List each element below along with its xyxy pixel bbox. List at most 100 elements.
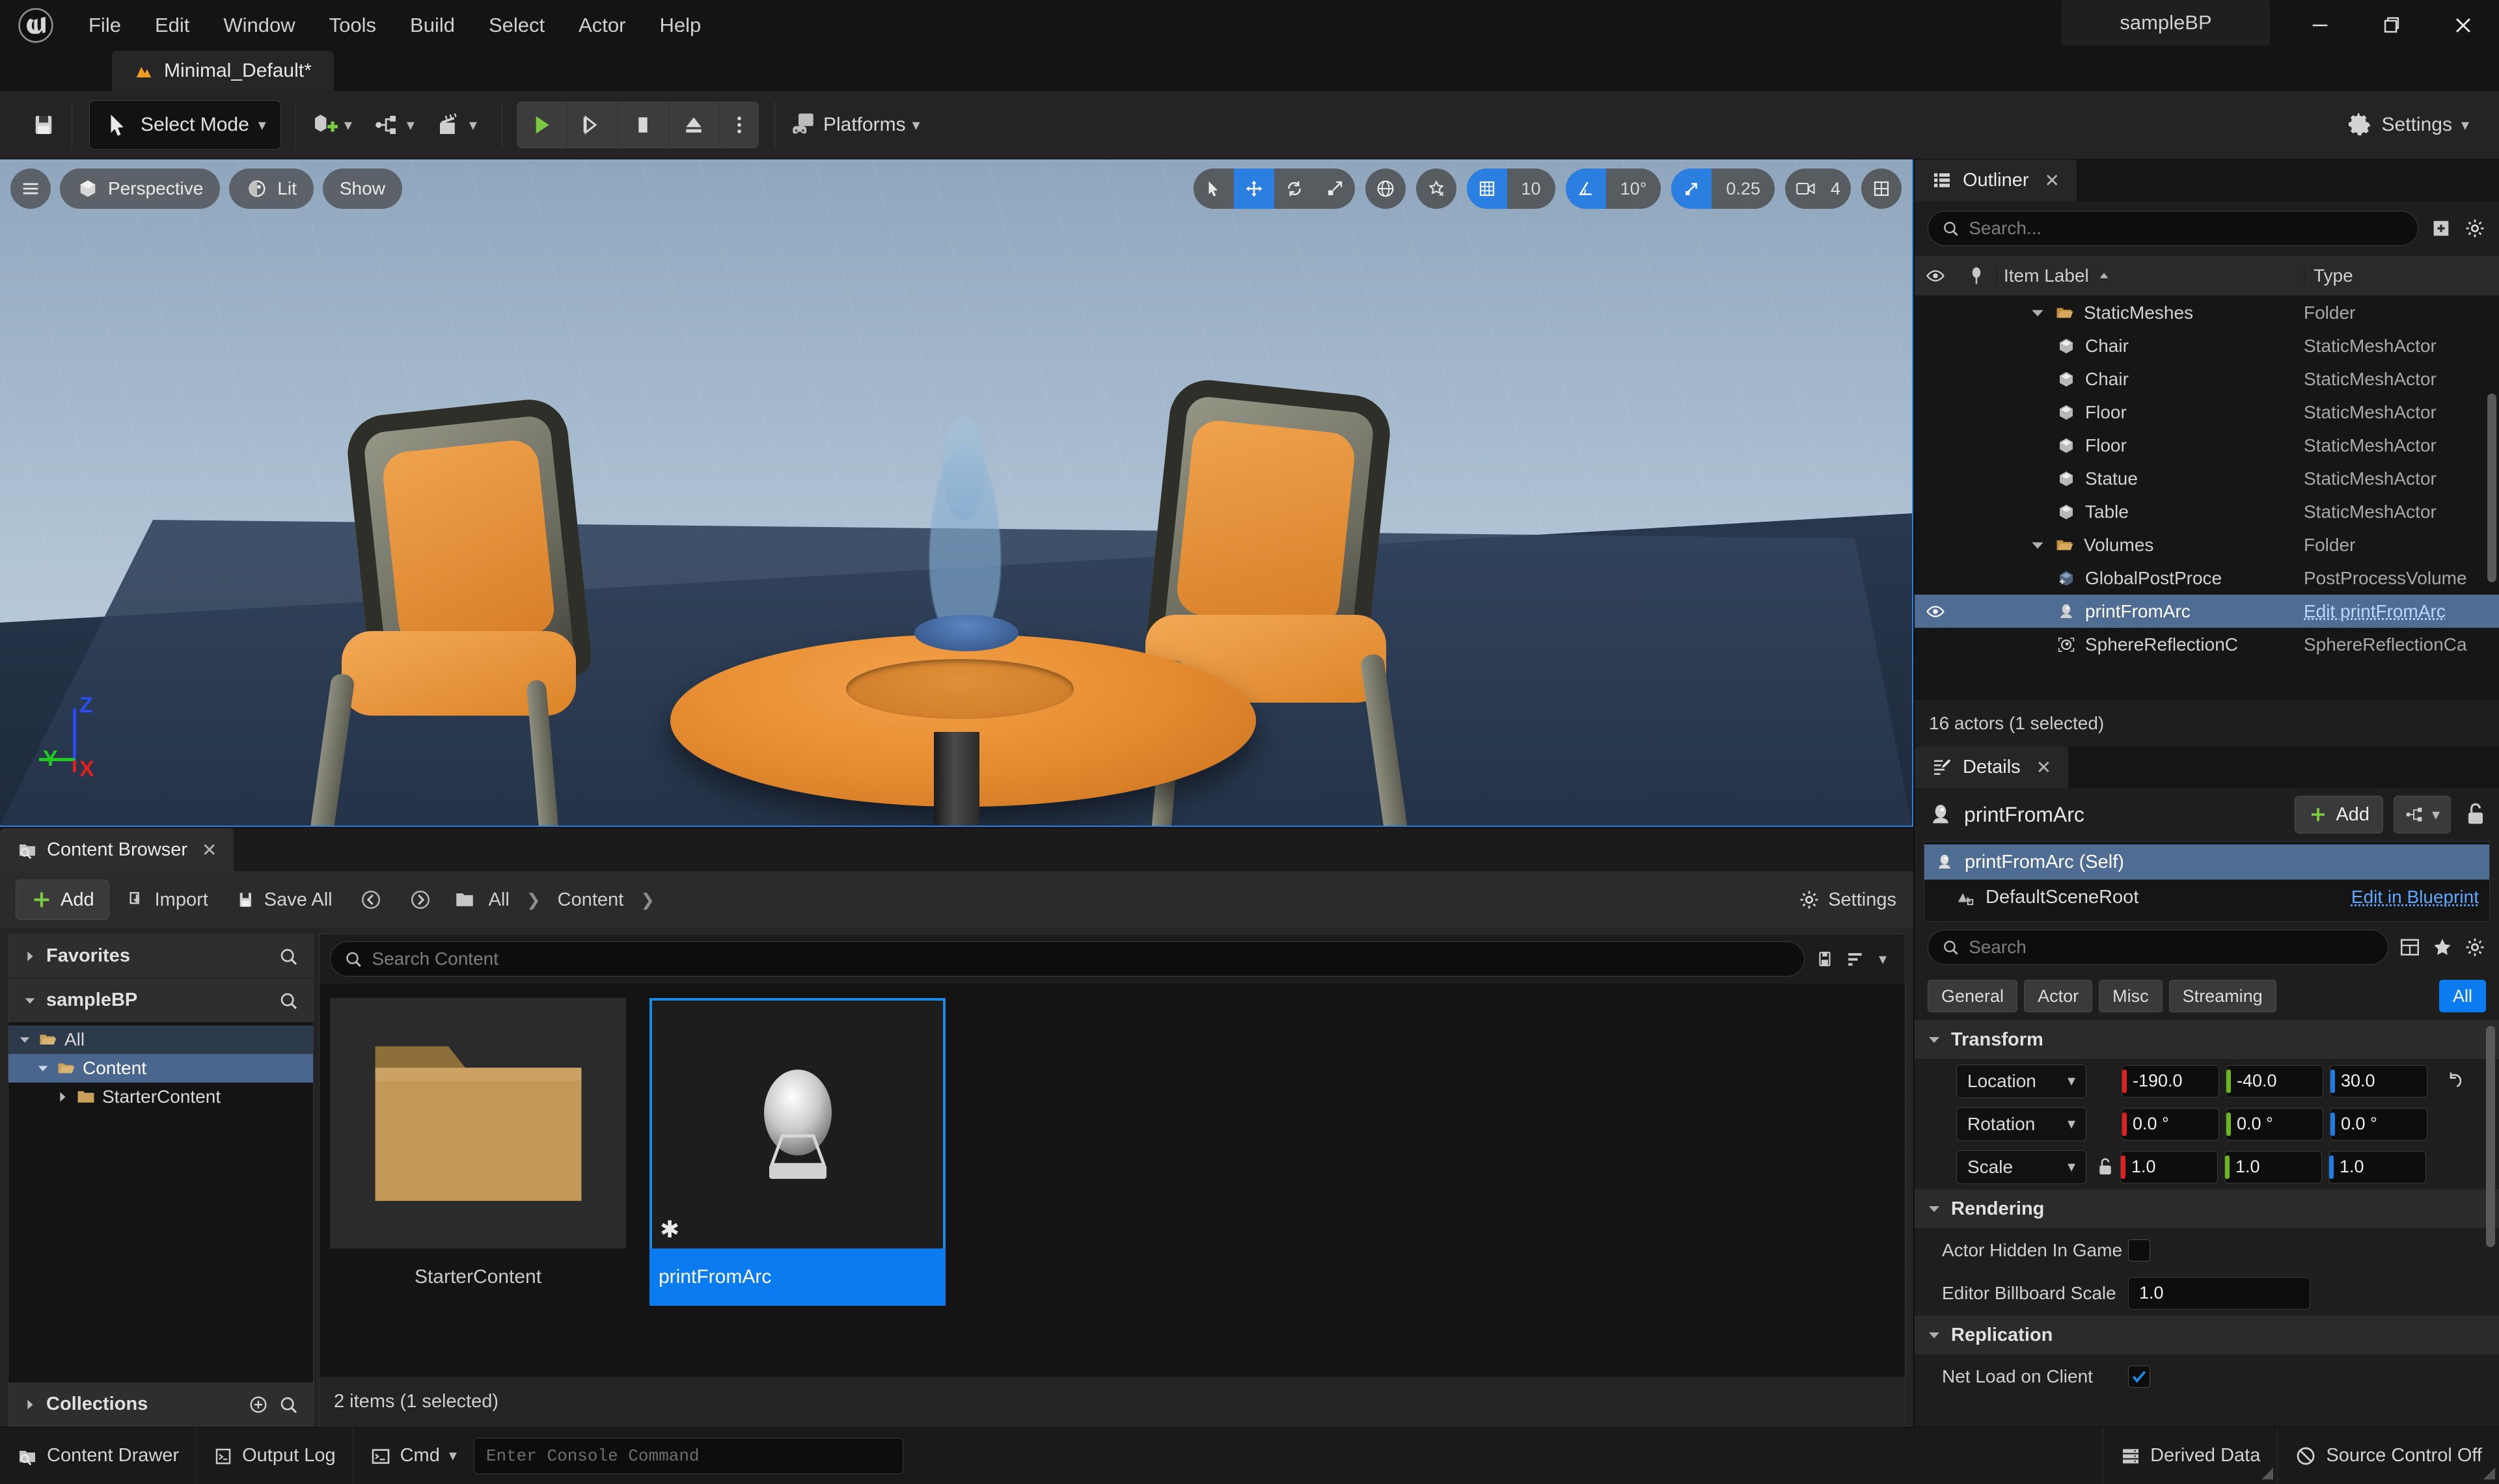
menu-select[interactable]: Select [472, 0, 562, 51]
cb-save-all-button[interactable]: Save All [225, 880, 343, 920]
collections-section-header[interactable]: Collections [8, 1382, 313, 1426]
viewport-show-button[interactable]: Show [322, 169, 402, 209]
search-icon[interactable] [278, 1394, 299, 1415]
cb-settings-button[interactable]: Settings [1798, 889, 1896, 911]
menu-tools[interactable]: Tools [312, 0, 393, 51]
visibility-column-header[interactable] [1915, 266, 1956, 286]
play-button[interactable] [517, 101, 567, 148]
tab-minimal-default[interactable]: Minimal_Default* [112, 51, 334, 91]
outliner-search-box[interactable] [1928, 211, 2418, 246]
cmd-dropdown[interactable]: Cmd ▾ [353, 1427, 474, 1484]
asset-tile-folder[interactable]: StarterContent [330, 998, 626, 1306]
console-command-box[interactable] [473, 1437, 903, 1474]
grid-snap-value[interactable]: 10 [1507, 169, 1555, 209]
category-replication[interactable]: Replication [1915, 1315, 2499, 1355]
search-icon[interactable] [278, 946, 299, 967]
tree-item-all[interactable]: All [8, 1025, 313, 1054]
filter-misc[interactable]: Misc [2099, 980, 2163, 1012]
filter-streaming[interactable]: Streaming [2168, 980, 2276, 1012]
console-command-input[interactable] [485, 1446, 891, 1466]
world-space-button[interactable] [1365, 169, 1406, 209]
scale-snap-toggle[interactable] [1671, 169, 1712, 209]
menu-actor[interactable]: Actor [562, 0, 642, 51]
rotate-tool-button[interactable] [1274, 169, 1315, 209]
angle-snap-toggle[interactable] [1565, 169, 1606, 209]
source-control-button[interactable]: Source Control Off [2278, 1427, 2499, 1484]
tab-content-browser[interactable]: Content Browser ✕ [0, 828, 234, 871]
tab-details[interactable]: Details ✕ [1915, 746, 2069, 788]
viewport-view-mode-button[interactable]: Lit [229, 169, 314, 209]
rotation-dropdown[interactable]: Rotation ▾ [1956, 1107, 2086, 1141]
breadcrumb-content[interactable]: Content [551, 889, 631, 911]
outliner-row-floor-1[interactable]: Floor StaticMeshActor [1915, 396, 2499, 429]
outliner-row-globalpostprocess[interactable]: GlobalPostProce PostProcessVolume [1915, 561, 2499, 595]
details-search-input[interactable] [1969, 937, 2375, 958]
close-icon[interactable]: ✕ [202, 839, 217, 861]
outliner-row-printfromarc[interactable]: printFromArc Edit printFromArc [1915, 595, 2499, 628]
tree-item-startercontent[interactable]: StarterContent [8, 1083, 313, 1111]
search-input[interactable] [372, 949, 1791, 969]
outliner-row-staticmeshes[interactable]: StaticMeshes Folder [1915, 296, 2499, 329]
cb-back-button[interactable] [349, 880, 392, 920]
pin-column-header[interactable] [1956, 266, 1997, 286]
favorites-section-header[interactable]: Favorites [8, 934, 313, 978]
scale-lock-icon[interactable] [2097, 1157, 2114, 1177]
rotation-x-field[interactable]: 0.0 ° [2122, 1107, 2219, 1140]
unreal-logo-icon[interactable] [0, 0, 72, 51]
component-row-defaultsceneroot[interactable]: DefaultSceneRoot Edit in Blueprint [1924, 880, 2489, 915]
outliner-row-table[interactable]: Table StaticMeshActor [1915, 495, 2499, 528]
menu-build[interactable]: Build [393, 0, 472, 51]
angle-snap-value[interactable]: 10° [1606, 169, 1661, 209]
select-tool-button[interactable] [1194, 169, 1234, 209]
location-dropdown[interactable]: Location ▾ [1956, 1064, 2086, 1098]
derived-data-button[interactable]: Derived Data [2103, 1427, 2278, 1484]
outliner-row-floor-2[interactable]: Floor StaticMeshActor [1915, 429, 2499, 462]
tree-item-content[interactable]: Content [8, 1054, 313, 1083]
cb-import-button[interactable]: Import [116, 880, 219, 920]
move-tool-button[interactable] [1233, 169, 1274, 209]
category-transform[interactable]: Transform [1915, 1019, 2499, 1060]
outliner-search-input[interactable] [1969, 218, 2405, 239]
close-icon[interactable]: ✕ [2045, 170, 2060, 191]
content-drawer-button[interactable]: Content Drawer [0, 1427, 197, 1484]
select-mode-dropdown[interactable]: Select Mode ▾ [89, 100, 281, 150]
surface-snap-button[interactable] [1416, 169, 1456, 209]
filter-actor[interactable]: Actor [2024, 980, 2093, 1012]
eject-button[interactable] [669, 101, 720, 148]
cinematics-button[interactable]: ▾ [425, 100, 487, 150]
outliner-scrollbar[interactable] [2487, 394, 2496, 582]
save-icon[interactable] [1815, 949, 1835, 969]
outliner-row-statue[interactable]: Statue StaticMeshActor [1915, 462, 2499, 495]
add-component-button[interactable]: Add [2295, 796, 2383, 833]
location-x-field[interactable]: -190.0 [2122, 1064, 2219, 1098]
type-column-header[interactable]: Type [2304, 265, 2499, 286]
billboard-scale-field[interactable]: 1.0 [2128, 1276, 2310, 1310]
location-y-field[interactable]: -40.0 [2226, 1064, 2323, 1098]
row-type[interactable]: Edit printFromArc [2304, 601, 2499, 622]
filter-icon[interactable] [1845, 949, 1868, 969]
viewport-camera-mode-button[interactable]: Perspective [60, 169, 221, 209]
filter-general[interactable]: General [1928, 980, 2018, 1012]
row-visibility-toggle[interactable] [1915, 602, 1956, 621]
tab-outliner[interactable]: Outliner ✕ [1915, 159, 2077, 201]
asset-search-box[interactable] [330, 941, 1805, 977]
output-log-button[interactable]: Output Log [197, 1427, 353, 1484]
blueprint-hierarchy-button[interactable]: ▾ [2393, 796, 2451, 833]
unlock-icon[interactable] [2465, 802, 2486, 827]
project-section-header[interactable]: sampleBP [8, 978, 313, 1023]
item-label-column-header[interactable]: Item Label [1997, 265, 2304, 286]
scale-snap-value[interactable]: 0.25 [1712, 169, 1775, 209]
scale-z-field[interactable]: 1.0 [2328, 1150, 2426, 1183]
viewport-menu-button[interactable] [10, 169, 51, 209]
add-collection-icon[interactable] [248, 1394, 269, 1415]
menu-file[interactable]: File [72, 0, 138, 51]
grid-snap-toggle[interactable] [1466, 169, 1507, 209]
viewport-layout-button[interactable] [1861, 169, 1902, 209]
scale-y-field[interactable]: 1.0 [2224, 1150, 2322, 1183]
new-folder-icon[interactable] [2430, 217, 2452, 239]
platforms-button[interactable]: Platforms ▾ [779, 100, 931, 150]
details-scrollbar[interactable] [2486, 1026, 2495, 1247]
chevron-down-icon[interactable] [2029, 304, 2046, 321]
skip-button[interactable] [567, 101, 618, 148]
scale-dropdown[interactable]: Scale ▾ [1956, 1150, 2086, 1184]
